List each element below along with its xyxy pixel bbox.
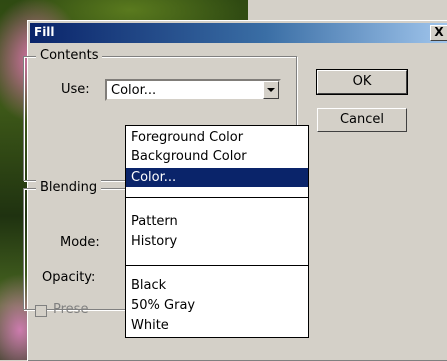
dropdown-item-50-gray[interactable]: 50% Gray xyxy=(126,296,308,315)
dropdown-item-background-color[interactable]: Background Color xyxy=(126,147,308,166)
dropdown-item-black[interactable]: Black xyxy=(126,276,308,295)
window-title: Fill xyxy=(34,25,55,39)
preserve-checkbox[interactable] xyxy=(35,305,47,317)
title-bar[interactable]: Fill X xyxy=(30,23,447,43)
dropdown-item-white[interactable]: White xyxy=(126,316,308,335)
dropdown-item-foreground-color[interactable]: Foreground Color xyxy=(126,128,308,147)
contents-group-label: Contents xyxy=(36,48,103,63)
opacity-label: Opacity: xyxy=(42,270,96,285)
dropdown-item-color[interactable]: Color... xyxy=(126,168,308,187)
cancel-button[interactable]: Cancel xyxy=(317,108,407,132)
use-select-value: Color... xyxy=(111,83,157,98)
chevron-down-icon[interactable] xyxy=(263,81,279,99)
use-dropdown-list: Foreground Color Background Color Color.… xyxy=(125,125,309,338)
use-select[interactable]: Color... xyxy=(105,79,281,101)
preserve-label: Prese xyxy=(53,302,89,317)
use-label: Use: xyxy=(61,82,90,97)
dropdown-item-pattern[interactable]: Pattern xyxy=(126,212,308,231)
dropdown-item-history[interactable]: History xyxy=(126,232,308,251)
close-button[interactable]: X xyxy=(430,25,447,41)
dropdown-separator xyxy=(126,265,308,266)
dropdown-separator xyxy=(126,197,308,198)
ok-button[interactable]: OK xyxy=(316,69,408,95)
mode-label: Mode: xyxy=(60,235,100,250)
blending-group-label: Blending xyxy=(36,180,102,195)
